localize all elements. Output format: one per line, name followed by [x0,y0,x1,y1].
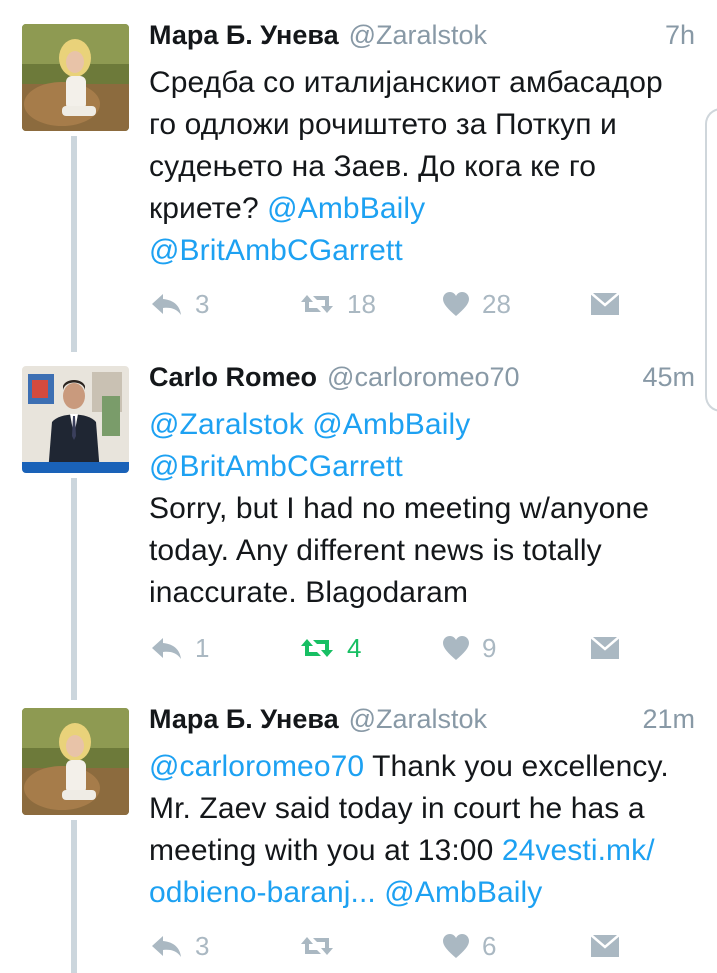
direct-message-button[interactable] [590,636,620,660]
reply-button[interactable]: 3 [149,931,299,962]
tweet-text-segment: криете? [149,192,268,225]
tweet-text-segment: судењето на Заев. До кога ке го [149,150,597,183]
tweet-link[interactable]: 24vesti.mk/ [502,834,655,867]
reply-count: 1 [195,632,210,663]
reply-icon [152,936,181,957]
reply-button[interactable]: 1 [149,633,299,664]
avatar[interactable] [22,24,129,131]
tweet-text-line: @BritAmbCGarrett [149,446,695,488]
tweet-text-segment: Средба со италијанскиот амбасадор [149,66,663,99]
tweet-text-line: криете? @AmbBaily [149,188,695,230]
tweet-text: Средба со италијанскиот амбасадор го одло… [149,62,695,272]
tweet-link[interactable]: @Zaralstok @AmbBaily [149,408,470,441]
like-count: 9 [482,632,497,663]
envelope-icon [590,934,620,957]
tweet-text-line: today. Any different news is totally [149,530,695,572]
user-handle[interactable]: @carloromeo70 [327,362,520,393]
reply-count: 3 [195,930,210,961]
reply-count: 3 [195,288,210,319]
reply-button[interactable]: 3 [149,289,299,320]
retweet-icon [301,295,333,313]
envelope-icon [590,636,620,659]
tweet-text-segment: Sorry, but I had no meeting w/anyone [149,492,650,525]
like-count: 6 [482,930,497,961]
retweet-button[interactable] [299,933,442,959]
direct-message-button[interactable] [590,292,620,316]
tweet-text: @Zaralstok @AmbBaily @BritAmbCGarrett Sorr… [149,404,695,614]
tweet-text-line: inaccurate. Blagodaram [149,572,695,614]
tweet-text-line: @carloromeo70 Thank you excellency. [149,746,695,788]
tweet-text-line: meeting with you at 13:00 24vesti.mk/ [149,830,695,872]
retweet-icon [301,639,333,657]
avatar[interactable] [22,708,129,815]
timestamp[interactable]: 45m [642,362,695,393]
tweet-link[interactable]: @carloromeo70 [149,750,364,783]
tweet-text-line: Mr. Zaev said today in court he has a [149,788,695,830]
tweet-text-segment: meeting with you at 13:00 [149,834,502,867]
reply-icon [152,638,181,659]
tweet-text-segment: го одложи рочиштето за Поткуп и [149,108,617,141]
tweet-text-segment: Thank you excellency. [364,750,669,783]
user-handle[interactable]: @Zaralstok [349,704,487,735]
like-button[interactable]: 9 [442,633,590,664]
heart-icon [443,934,469,958]
retweet-button[interactable]: 4 [299,633,442,664]
tweet-text-line: odbieno-baranj... @AmbBaily [149,872,695,914]
tweet[interactable]: Мара Б. Унева @Zaralstok 7h Средба со ит… [0,20,717,340]
tweet-link[interactable]: @AmbBaily [384,876,542,909]
like-button[interactable]: 28 [442,289,590,320]
tweet-link[interactable]: @AmbBaily [267,192,425,225]
tweet[interactable]: Мара Б. Унева @Zaralstok 21m @carloromeo… [0,704,717,973]
tweet-link[interactable]: @BritAmbCGarrett [149,450,403,483]
tweet-text-line: @BritAmbCGarrett [149,230,695,272]
direct-message-button[interactable] [590,934,620,958]
tweet[interactable]: Carlo Romeo @carloromeo70 45m @Zaralstok… [0,362,717,692]
tweet-text-segment: today. Any different news is totally [149,534,602,567]
display-name[interactable]: Мара Б. Унева [149,704,339,735]
retweet-button[interactable]: 18 [299,289,442,320]
display-name[interactable]: Мара Б. Унева [149,20,339,51]
like-button[interactable]: 6 [442,931,590,962]
timestamp[interactable]: 21m [642,704,695,735]
tweet-text-line: судењето на Заев. До кога ке го [149,146,695,188]
tweet-text-line: Средба со италијанскиот амбасадор [149,62,695,104]
tweet-text-segment: inaccurate. Blagodaram [149,576,469,609]
tweet-text-segment: Mr. Zaev said today in court he has a [149,792,645,825]
reply-icon [152,294,181,315]
avatar[interactable] [22,366,129,473]
heart-icon [443,292,469,316]
tweet-text: @carloromeo70 Thank you excellency. Mr. Z… [149,746,695,914]
heart-icon [443,636,469,660]
tweet-link[interactable]: odbieno-baranj... [149,876,384,909]
retweet-count: 4 [347,632,362,663]
retweet-icon [301,937,333,955]
retweet-count: 18 [347,288,376,319]
tweet-link[interactable]: @BritAmbCGarrett [149,234,403,267]
tweet-text-line: Sorry, but I had no meeting w/anyone [149,488,695,530]
user-handle[interactable]: @Zaralstok [349,20,487,51]
tweet-text-line: @Zaralstok @AmbBaily [149,404,695,446]
envelope-icon [590,292,620,315]
display-name[interactable]: Carlo Romeo [149,362,317,393]
like-count: 28 [482,288,511,319]
tweet-text-line: го одложи рочиштето за Поткуп и [149,104,695,146]
timestamp[interactable]: 7h [665,20,695,51]
